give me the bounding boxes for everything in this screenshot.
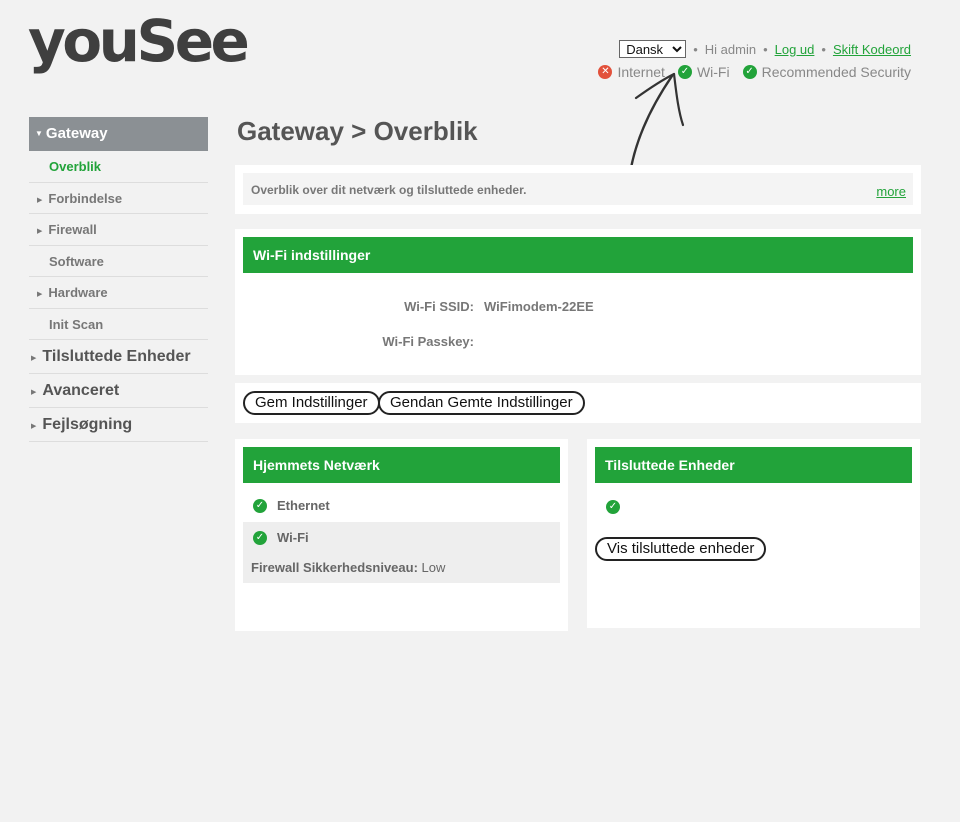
sidebar-item-forbindelse[interactable]: ▶ Forbindelse: [29, 183, 208, 214]
check-circle-icon: ✓: [742, 65, 757, 79]
separator-dot: •: [693, 41, 698, 57]
wifi-settings-panel: Wi-Fi indstillinger Wi-Fi SSID: WiFimode…: [235, 229, 921, 375]
status-security-label: Recommended Security: [761, 64, 911, 80]
page-description: Overblik over dit netværk og tilsluttede…: [251, 183, 527, 197]
show-connected-devices-button[interactable]: Vis tilsluttede enheder: [595, 537, 767, 561]
separator-dot: •: [763, 41, 768, 57]
description-box: Overblik over dit netværk og tilsluttede…: [243, 173, 913, 205]
sidebar-item-init-scan[interactable]: Init Scan: [29, 309, 208, 340]
separator-dot: •: [821, 41, 826, 57]
sidebar-item-avanceret[interactable]: ▶ Avanceret: [29, 374, 208, 408]
greeting-text: Hi admin: [704, 41, 757, 57]
caret-right-icon: ▶: [37, 291, 43, 298]
sidebar-item-label: Avanceret: [42, 382, 120, 399]
change-password-link[interactable]: Skift Kodeord: [833, 42, 911, 57]
sidebar-section-label: Gateway: [45, 125, 108, 142]
home-network-item-label: Ethernet: [277, 498, 330, 513]
sidebar-item-label: Hardware: [48, 285, 108, 300]
sidebar-item-label: Fejlsøgning: [42, 416, 133, 433]
home-network-title: Hjemmets Netværk: [243, 447, 560, 483]
status-security: ✓ Recommended Security: [742, 64, 911, 80]
caret-right-icon: ▶: [37, 228, 43, 235]
sidebar-item-overblik[interactable]: Overblik: [29, 151, 208, 183]
top-bar: Dansk • Hi admin • Log ud • Skift Kodeor…: [619, 40, 911, 58]
caret-right-icon: ▶: [37, 196, 43, 204]
home-network-wifi-row: ✓ Wi-Fi: [253, 522, 309, 553]
check-circle-icon: ✓: [606, 500, 620, 514]
wifi-passkey-label: Wi-Fi Passkey:: [382, 334, 474, 349]
restore-settings-button[interactable]: Gendan Gemte Indstillinger: [378, 391, 585, 415]
sidebar-item-tilsluttede-enheder[interactable]: ▶ Tilsluttede Enheder: [29, 340, 208, 374]
check-circle-icon: ✓: [253, 530, 267, 545]
sidebar-item-firewall[interactable]: ▶ Firewall: [29, 214, 208, 246]
home-network-panel: Hjemmets Netværk ✓ Ethernet ✓ Wi-Fi Fire…: [235, 439, 568, 631]
sidebar-item-label: Firewall: [48, 222, 97, 237]
page-title: Gateway > Overblik: [237, 116, 478, 146]
sidebar-item-label: Init Scan: [49, 316, 104, 332]
home-network-item-label: Wi-Fi: [277, 530, 309, 545]
caret-right-icon: ▶: [31, 423, 37, 430]
save-settings-button[interactable]: Gem Indstillinger: [243, 391, 380, 415]
sidebar-item-fejlsogning[interactable]: ▶ Fejlsøgning: [29, 408, 208, 442]
more-link[interactable]: more: [876, 184, 906, 199]
sidebar: ▼ Gateway Overblik ▶ Forbindelse ▶ Firewall…: [29, 117, 208, 442]
actions-panel: Gem Indstillinger Gendan Gemte Indstilli…: [235, 383, 921, 423]
logout-link[interactable]: Log ud: [775, 42, 815, 57]
home-network-ethernet-row: ✓ Ethernet: [243, 490, 560, 521]
x-circle-icon: ✕: [598, 65, 613, 79]
wifi-ssid-label: Wi-Fi SSID:: [404, 299, 474, 314]
caret-right-icon: ▶: [31, 389, 37, 396]
overview-description-panel: Overblik over dit netværk og tilsluttede…: [235, 165, 921, 214]
connected-devices-panel: Tilsluttede Enheder ✓ Vis tilsluttede en…: [587, 439, 920, 628]
firewall-level-label: Firewall Sikkerhedsniveau:: [251, 560, 418, 575]
status-wifi-label: Wi-Fi: [696, 64, 730, 80]
home-network-wifi-block: ✓ Wi-Fi Firewall Sikkerhedsniveau: Low: [243, 522, 560, 583]
wifi-ssid-value: WiFimodem-22EE: [484, 299, 594, 314]
sidebar-item-software[interactable]: Software: [29, 246, 208, 277]
sidebar-item-hardware[interactable]: ▶ Hardware: [29, 277, 208, 309]
firewall-level-value: Low: [421, 560, 446, 575]
caret-down-icon: ▼: [35, 129, 43, 138]
sidebar-section-gateway[interactable]: ▼ Gateway: [29, 117, 208, 151]
caret-right-icon: ▶: [31, 355, 37, 362]
sidebar-item-label: Overblik: [49, 159, 102, 174]
sidebar-item-label: Software: [49, 253, 104, 269]
firewall-level: Firewall Sikkerhedsniveau: Low: [251, 560, 445, 575]
wifi-settings-title: Wi-Fi indstillinger: [243, 237, 913, 273]
language-select[interactable]: Dansk: [619, 40, 687, 58]
yousee-logo[interactable]: youSee: [28, 12, 250, 70]
connected-devices-title: Tilsluttede Enheder: [595, 447, 912, 483]
sidebar-item-label: Tilsluttede Enheder: [42, 348, 191, 365]
sidebar-item-label: Forbindelse: [48, 190, 123, 206]
check-circle-icon: ✓: [253, 498, 267, 513]
